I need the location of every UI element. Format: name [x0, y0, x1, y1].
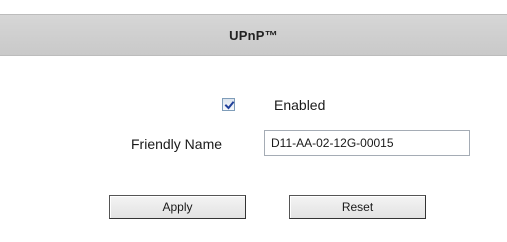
friendly-name-input[interactable] — [264, 130, 470, 156]
friendly-name-label: Friendly Name — [131, 136, 223, 152]
section-title: UPnP™ — [229, 27, 278, 43]
enabled-label: Enabled — [274, 97, 326, 113]
section-header: UPnP™ — [0, 14, 507, 56]
checkmark-icon — [224, 101, 235, 110]
enabled-checkbox[interactable] — [222, 98, 235, 111]
reset-button[interactable]: Reset — [289, 195, 426, 219]
apply-button[interactable]: Apply — [109, 195, 246, 219]
